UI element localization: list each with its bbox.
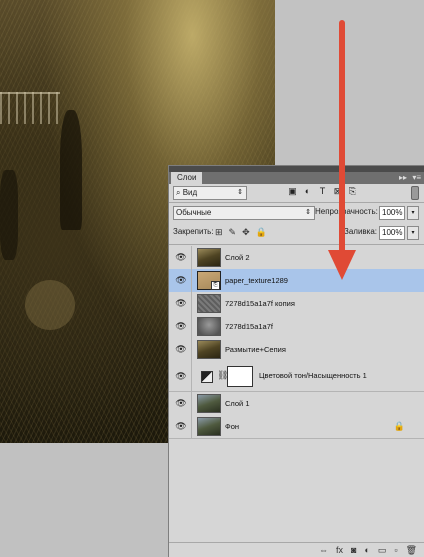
fill-label: Заливка: <box>344 227 378 236</box>
eye-icon[interactable]: 👁 <box>175 421 187 431</box>
chevron-updown-icon: ⇕ <box>237 189 243 196</box>
eye-icon[interactable]: 👁 <box>175 321 187 331</box>
image-icon[interactable]: ▣ <box>287 186 298 197</box>
annotation-arrow-head <box>328 250 356 280</box>
search-icon: ⌕ <box>176 188 181 197</box>
layer-name[interactable]: Слой 2 <box>225 246 250 269</box>
smart-object-icon[interactable]: ⎘ <box>347 186 358 197</box>
lock-transparent-icon[interactable]: ⊞ <box>215 226 223 238</box>
chevron-updown-icon: ⇕ <box>305 209 311 216</box>
divider <box>191 338 192 361</box>
layers-list: 👁 Слой 2 👁 ⎘ paper_texture1289 👁 7278d15… <box>169 246 424 526</box>
mask-thumbnail[interactable] <box>227 366 253 387</box>
smart-object-badge-icon: ⎘ <box>211 281 220 290</box>
eye-icon[interactable]: 👁 <box>175 252 187 262</box>
layer-thumbnail <box>197 248 221 267</box>
layer-name[interactable]: Размытие+Сепия <box>225 338 286 361</box>
divider <box>191 292 192 315</box>
layer-name[interactable]: paper_texture1289 <box>225 269 288 292</box>
eye-icon[interactable]: 👁 <box>175 371 187 381</box>
filter-toggle[interactable] <box>411 186 419 200</box>
layer-row[interactable]: 👁 7278d15a1a7f копия <box>169 292 424 316</box>
add-mask-icon[interactable]: ◙ <box>351 544 356 556</box>
lock-all-icon[interactable]: 🔒 <box>256 226 267 238</box>
layer-name[interactable]: Слой 1 <box>225 392 250 415</box>
divider <box>191 315 192 338</box>
new-layer-icon[interactable]: ▫ <box>394 544 397 556</box>
layer-row[interactable]: 👁 ⎘ paper_texture1289 <box>169 269 424 293</box>
lock-position-icon[interactable]: ✥ <box>242 226 250 238</box>
blend-mode-select[interactable]: Обычные ⇕ <box>173 206 315 220</box>
filter-icons: ▣ ◐ T ⊠ ⎘ <box>287 186 358 197</box>
eye-icon[interactable]: 👁 <box>175 298 187 308</box>
lock-label: Закрепить: <box>173 227 214 236</box>
annotation-arrow-shaft <box>339 20 345 260</box>
link-layers-icon[interactable]: ⇔ <box>319 544 328 556</box>
divider <box>191 361 192 391</box>
hue-saturation-icon <box>201 371 213 383</box>
filter-row: ⌕ Вид ⇕ ▣ ◐ T ⊠ ⎘ <box>169 184 424 202</box>
divider <box>169 202 424 203</box>
divider <box>169 244 424 245</box>
layer-row[interactable]: 👁 7278d15a1a7f <box>169 315 424 339</box>
divider <box>191 392 192 415</box>
divider <box>191 415 192 438</box>
shadow-figure-2 <box>0 170 18 260</box>
shadow-figure <box>60 110 82 230</box>
layers-panel: Слои ▸▸ ▾≡ ⌕ Вид ⇕ ▣ ◐ T ⊠ ⎘ Обычные ⇕ Н… <box>168 165 424 557</box>
fill-input[interactable]: 100% <box>379 226 405 240</box>
lock-brush-icon[interactable]: ✎ <box>229 226 237 238</box>
eye-icon[interactable]: 👁 <box>175 344 187 354</box>
collapse-icon[interactable]: ▸▸ <box>399 173 407 182</box>
panel-tab-bar: Слои ▸▸ ▾≡ <box>169 172 424 184</box>
opacity-input[interactable]: 100% <box>379 206 405 220</box>
divider <box>191 269 192 292</box>
trash-icon[interactable]: 🗑 <box>406 544 417 556</box>
panel-bottom-toolbar: ⇔ fx ◙ ◐ ▭ ▫ 🗑 <box>169 542 424 557</box>
layer-name[interactable]: 7278d15a1a7f копия <box>225 292 295 315</box>
layer-name[interactable]: Цветовой тон/Насыщенность 1 <box>259 361 367 391</box>
layer-filter-select[interactable]: ⌕ Вид ⇕ <box>173 186 247 200</box>
blend-row: Обычные ⇕ Непрозрачность: 100% ▾ <box>169 204 424 222</box>
layer-row[interactable]: 👁 Размытие+Сепия <box>169 338 424 362</box>
layer-row[interactable]: 👁 Слой 2 <box>169 246 424 270</box>
layer-row[interactable]: 👁 Фон 🔒 <box>169 415 424 439</box>
fill-dropdown-icon[interactable]: ▾ <box>407 226 419 240</box>
eye-icon[interactable]: 👁 <box>175 275 187 285</box>
opacity-label: Непрозрачность: <box>315 207 378 216</box>
circle-half-icon[interactable]: ◐ <box>302 186 313 197</box>
eye-icon[interactable]: 👁 <box>175 398 187 408</box>
light-spot <box>25 280 75 330</box>
fx-icon[interactable]: fx <box>336 544 343 556</box>
lock-icon: 🔒 <box>393 421 405 431</box>
panel-menu-icon[interactable]: ▾≡ <box>412 173 421 182</box>
layer-thumbnail <box>197 340 221 359</box>
lock-row: Закрепить: ⊞ ✎ ✥ 🔒 Заливка: 100% ▾ <box>169 224 424 242</box>
bottom-icons: ⇔ fx ◙ ◐ ▭ ▫ 🗑 <box>319 544 417 556</box>
fence-shape <box>0 92 60 124</box>
filter-label: Вид <box>182 188 198 197</box>
layer-name[interactable]: 7278d15a1a7f <box>225 315 273 338</box>
lock-icons: ⊞ ✎ ✥ 🔒 <box>215 226 267 238</box>
blend-mode-value: Обычные <box>176 208 212 217</box>
type-icon[interactable]: T <box>317 186 328 197</box>
new-group-icon[interactable]: ▭ <box>378 544 387 556</box>
layer-row[interactable]: 👁 Слой 1 <box>169 392 424 416</box>
layer-thumbnail <box>197 317 221 336</box>
new-adjustment-icon[interactable]: ◐ <box>364 544 369 556</box>
tab-layers[interactable]: Слои <box>171 172 203 184</box>
layer-row[interactable]: 👁 ⛓ Цветовой тон/Насыщенность 1 <box>169 361 424 392</box>
layer-thumbnail <box>197 417 221 436</box>
layer-thumbnail <box>197 394 221 413</box>
divider <box>191 246 192 269</box>
layer-name[interactable]: Фон <box>225 415 239 438</box>
layer-thumbnail <box>197 294 221 313</box>
opacity-dropdown-icon[interactable]: ▾ <box>407 206 419 220</box>
